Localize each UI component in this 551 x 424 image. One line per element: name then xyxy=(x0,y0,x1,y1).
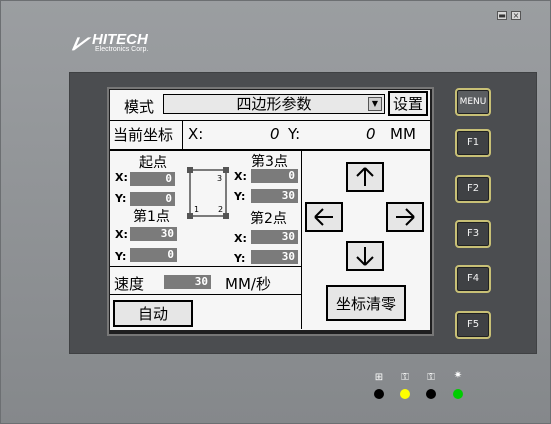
key-icon: ⚿ xyxy=(401,372,409,383)
divider xyxy=(182,121,183,149)
current-coords-label: 当前坐标 xyxy=(113,126,174,144)
arrow-up-button[interactable] xyxy=(346,162,384,192)
start-y-label: Y: xyxy=(115,192,127,205)
power-icon: ✷ xyxy=(453,370,463,381)
f2-key[interactable]: F2 xyxy=(455,175,491,203)
diagram-label-2: 2 xyxy=(218,205,223,214)
arrow-down-icon xyxy=(356,247,374,266)
brand-logo: ⩗ HITECH Electronics Corp. xyxy=(70,29,149,57)
point2-x-label: X: xyxy=(234,232,247,245)
f1-key[interactable]: F1 xyxy=(455,129,491,157)
arrow-right-icon xyxy=(396,208,415,226)
current-x-label: X: xyxy=(188,125,204,143)
point2-title: 第2点 xyxy=(250,211,287,227)
current-y-value: 0 xyxy=(366,125,376,143)
point1-title: 第1点 xyxy=(133,209,170,225)
status-led xyxy=(400,389,410,399)
start-x-label: X: xyxy=(115,171,128,184)
divider xyxy=(301,151,302,329)
auto-button[interactable]: 自动 xyxy=(113,300,193,327)
arrow-down-button[interactable] xyxy=(346,241,384,271)
start-point-title: 起点 xyxy=(139,155,167,171)
point3-x-field[interactable]: 0 xyxy=(251,169,298,183)
mode-select-value: 四边形参数 xyxy=(236,95,312,113)
status-led xyxy=(374,389,384,399)
settings-button[interactable]: 设置 xyxy=(388,91,428,116)
chevron-down-icon[interactable]: ▼ xyxy=(368,97,382,111)
current-y-label: Y: xyxy=(288,125,301,143)
arrow-left-button[interactable] xyxy=(305,202,343,232)
menu-key[interactable]: MENU xyxy=(455,88,491,116)
divider xyxy=(110,120,430,121)
diagram-label-3: 3 xyxy=(217,174,222,183)
close-icon[interactable]: × xyxy=(511,11,521,20)
start-y-field[interactable]: 0 xyxy=(130,192,175,206)
f5-key[interactable]: F5 xyxy=(455,311,491,339)
f4-key[interactable]: F4 xyxy=(455,265,491,293)
clear-coords-button[interactable]: 坐标清零 xyxy=(326,285,406,321)
current-unit: MM xyxy=(390,125,416,143)
point2-x-field[interactable]: 30 xyxy=(251,230,298,244)
point2-y-field[interactable]: 30 xyxy=(251,250,298,264)
speed-field[interactable]: 30 xyxy=(164,275,211,289)
mode-label: 模式 xyxy=(124,98,155,116)
point1-y-field[interactable]: 0 xyxy=(130,248,177,262)
mode-select[interactable]: 四边形参数 ▼ xyxy=(163,94,385,114)
arrow-right-button[interactable] xyxy=(386,202,424,232)
f3-key[interactable]: F3 xyxy=(455,220,491,248)
diagram-label-1: 1 xyxy=(194,205,199,214)
hmi-device: ▬ × ⩗ HITECH Electronics Corp. 模式 四边形参数 … xyxy=(0,0,551,424)
point3-x-label: X: xyxy=(234,170,247,183)
current-x-value: 0 xyxy=(270,125,280,143)
key-icon: ⚿ xyxy=(427,372,435,383)
point1-x-field[interactable]: 30 xyxy=(130,227,177,241)
point1-x-label: X: xyxy=(115,228,128,241)
network-icon: ⊞ xyxy=(374,372,384,383)
status-led xyxy=(426,389,436,399)
speed-label: 速度 xyxy=(114,275,145,293)
point2-y-label: Y: xyxy=(234,252,246,265)
brand-subtitle: Electronics Corp. xyxy=(95,46,149,53)
point3-y-field[interactable]: 30 xyxy=(251,189,298,203)
status-led xyxy=(453,389,463,399)
minimize-icon[interactable]: ▬ xyxy=(497,11,507,20)
arrow-left-icon xyxy=(314,208,333,226)
point1-y-label: Y: xyxy=(115,250,127,263)
point3-title: 第3点 xyxy=(251,154,288,170)
divider xyxy=(110,266,301,267)
divider xyxy=(110,294,301,295)
lcd-screen: 模式 四边形参数 ▼ 设置 当前坐标 X: 0 Y: 0 MM 起点 X: 0 … xyxy=(110,90,430,330)
point3-y-label: Y: xyxy=(234,190,246,203)
start-x-field[interactable]: 0 xyxy=(130,172,175,186)
speed-unit: MM/秒 xyxy=(225,275,271,293)
logo-mark-icon: ⩗ xyxy=(70,29,89,56)
quadrilateral-diagram: 3 1 2 xyxy=(187,167,229,219)
arrow-up-icon xyxy=(356,167,374,186)
